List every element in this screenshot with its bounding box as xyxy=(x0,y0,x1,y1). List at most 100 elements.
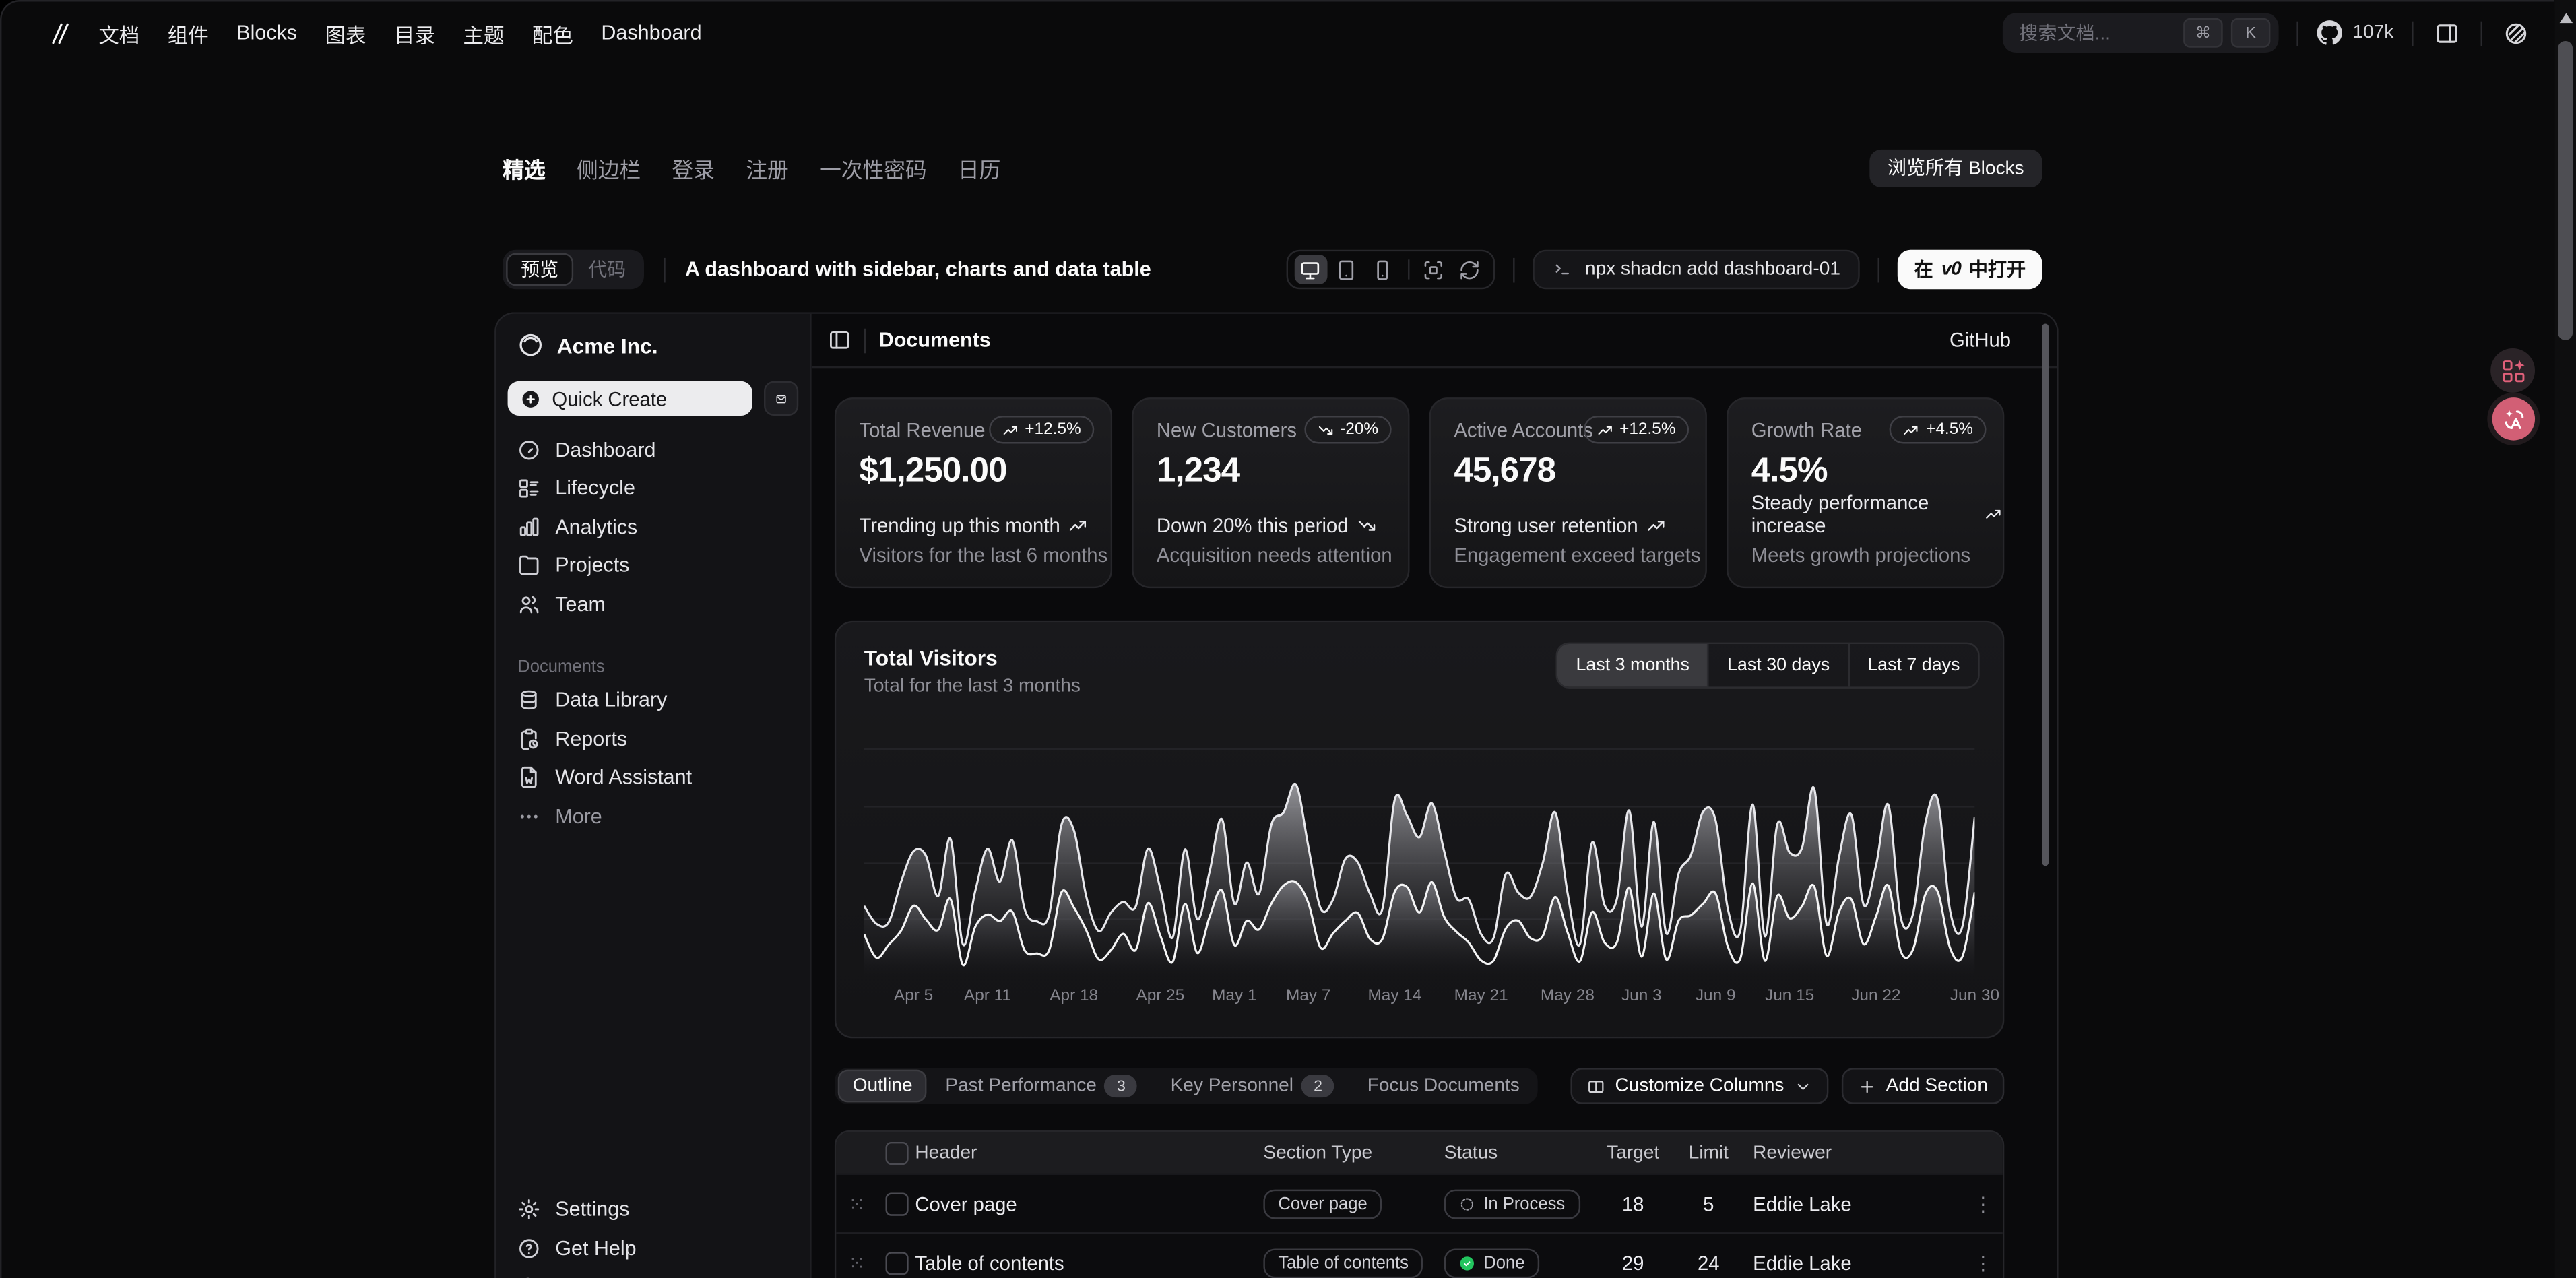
sidebar-item-reports[interactable]: Reports xyxy=(496,720,810,758)
nav-link-colors[interactable]: 配色 xyxy=(532,18,573,49)
extension-translate-button[interactable] xyxy=(2492,397,2535,440)
sidebar-item-team[interactable]: Team xyxy=(496,585,810,623)
limit-cell[interactable]: 5 xyxy=(1664,1192,1753,1215)
nav-link-themes[interactable]: 主题 xyxy=(463,18,504,49)
sidebar-item-lifecycle[interactable]: Lifecycle xyxy=(496,469,810,507)
divider xyxy=(2297,20,2298,45)
sidebar-item-projects[interactable]: Projects xyxy=(496,546,810,585)
range-last-30-days[interactable]: Last 30 days xyxy=(1709,644,1849,686)
terminal-icon xyxy=(1552,259,1572,279)
nav-link-charts[interactable]: 图表 xyxy=(325,18,366,49)
add-section-button[interactable]: Add Section xyxy=(1842,1068,2004,1104)
database-icon xyxy=(517,689,540,711)
chart-range-toggle: Last 3 months Last 30 days Last 7 days xyxy=(1556,643,1980,689)
card-footer-title: Strong user retention xyxy=(1454,514,1666,537)
limit-cell[interactable]: 24 xyxy=(1664,1251,1753,1274)
sidebar-item-analytics[interactable]: Analytics xyxy=(496,508,810,546)
nav-link-components[interactable]: 组件 xyxy=(168,18,209,49)
nav-link-blocks[interactable]: Blocks xyxy=(236,22,297,44)
preview-scrollbar-thumb[interactable] xyxy=(2042,323,2049,866)
axis-tick-label: Jun 30 xyxy=(1950,988,1999,1006)
theme-toggle-button[interactable] xyxy=(2501,18,2532,49)
open-in-v0-button[interactable]: 在 v0 中打开 xyxy=(1898,250,2042,290)
desktop-view-button[interactable] xyxy=(1294,255,1327,284)
preview-scrollbar[interactable] xyxy=(2042,323,2049,1278)
axis-tick-label: Apr 11 xyxy=(964,988,1011,1006)
scrollbar-thumb[interactable] xyxy=(2558,41,2573,340)
sidebar-item-search[interactable]: Search xyxy=(496,1268,810,1278)
select-all-checkbox[interactable] xyxy=(886,1141,909,1164)
row-header-cell[interactable]: Table of contents xyxy=(915,1251,1263,1274)
tab-outline[interactable]: Outline xyxy=(838,1070,928,1103)
row-checkbox[interactable] xyxy=(886,1251,909,1274)
nav-link-docs[interactable]: 文档 xyxy=(98,18,139,49)
row-checkbox[interactable] xyxy=(886,1192,909,1215)
tab-calendar[interactable]: 日历 xyxy=(958,152,1000,183)
tab-otp[interactable]: 一次性密码 xyxy=(820,152,927,183)
view-toggle-preview[interactable]: 预览 xyxy=(506,253,573,286)
axis-tick-label: Jun 15 xyxy=(1765,988,1814,1006)
axis-tick-label: May 1 xyxy=(1212,988,1256,1006)
divider xyxy=(664,257,665,282)
shadcn-logo-icon[interactable] xyxy=(46,20,71,45)
trending-up-icon xyxy=(1646,516,1666,536)
refresh-button[interactable] xyxy=(1454,255,1487,284)
status-badge: Done xyxy=(1444,1248,1540,1277)
browse-all-blocks-button[interactable]: 浏览所有 Blocks xyxy=(1869,149,2042,187)
copy-command-button[interactable]: npx shadcn add dashboard-01 xyxy=(1533,250,1860,290)
inbox-button[interactable] xyxy=(764,381,798,416)
layout-toggle-button[interactable] xyxy=(2431,18,2462,49)
reviewer-cell[interactable]: Eddie Lake xyxy=(1753,1192,1963,1215)
tab-focus-documents[interactable]: Focus Documents xyxy=(1353,1070,1535,1103)
quick-create-label: Quick Create xyxy=(552,387,667,410)
reviewer-cell[interactable]: Eddie Lake xyxy=(1753,1251,1963,1274)
tab-past-performance[interactable]: Past Performance3 xyxy=(930,1070,1152,1103)
dashboard-github-link[interactable]: GitHub xyxy=(1950,329,2011,352)
scrollbar-up-arrow[interactable] xyxy=(2558,13,2572,24)
tablet-view-button[interactable] xyxy=(1330,255,1363,284)
drag-handle[interactable]: ⁙ xyxy=(836,1199,878,1209)
card-footer-desc: Engagement exceed targets xyxy=(1454,544,1700,567)
sidebar-item-get-help[interactable]: Get Help xyxy=(496,1229,810,1267)
tab-sidebar[interactable]: 侧边栏 xyxy=(577,152,641,183)
fullscreen-button[interactable] xyxy=(1417,255,1450,284)
view-toggle: 预览 代码 xyxy=(503,250,644,290)
refresh-icon xyxy=(1459,259,1481,280)
drag-handle[interactable]: ⁙ xyxy=(836,1258,878,1268)
nav-link-directory[interactable]: 目录 xyxy=(394,18,435,49)
tab-featured[interactable]: 精选 xyxy=(503,152,545,183)
quick-create-button[interactable]: Quick Create xyxy=(508,381,752,416)
card-value: 4.5% xyxy=(1751,452,1980,492)
target-cell[interactable]: 29 xyxy=(1602,1251,1665,1274)
sidebar-item-dashboard[interactable]: Dashboard xyxy=(496,430,810,469)
sidebar-item-data-library[interactable]: Data Library xyxy=(496,681,810,720)
range-last-3-months[interactable]: Last 3 months xyxy=(1558,644,1710,686)
row-header-cell[interactable]: Cover page xyxy=(915,1192,1263,1215)
range-last-7-days[interactable]: Last 7 days xyxy=(1849,644,1978,686)
row-menu-button[interactable]: ⋮ xyxy=(1963,1192,2003,1215)
sidebar-item-word-assistant[interactable]: Word Assistant xyxy=(496,758,810,796)
view-toggle-code[interactable]: 代码 xyxy=(573,253,641,286)
extension-components-button[interactable] xyxy=(2490,348,2535,393)
sidebar-item-settings[interactable]: Settings xyxy=(496,1190,810,1229)
target-cell[interactable]: 18 xyxy=(1602,1192,1665,1215)
github-link[interactable]: 107k xyxy=(2317,20,2393,46)
sidebar-company[interactable]: Acme Inc. xyxy=(496,330,810,360)
mobile-view-button[interactable] xyxy=(1367,255,1400,284)
browser-scrollbar[interactable] xyxy=(2554,0,2576,1278)
tab-signup[interactable]: 注册 xyxy=(746,152,788,183)
area-chart xyxy=(864,741,1975,976)
quick-create-row: Quick Create xyxy=(508,381,799,416)
search-input[interactable]: 搜索文档... ⌘ K xyxy=(2003,13,2279,53)
section-type-badge: Table of contents xyxy=(1263,1248,1423,1277)
tab-login[interactable]: 登录 xyxy=(672,152,715,183)
nav-link-dashboard[interactable]: Dashboard xyxy=(601,22,701,44)
panel-left-icon[interactable] xyxy=(828,329,851,352)
customize-columns-button[interactable]: Customize Columns xyxy=(1571,1068,1829,1104)
block-toolbar-right: npx shadcn add dashboard-01 在 v0 中打开 xyxy=(1286,250,2042,290)
sidebar-item-more[interactable]: More xyxy=(496,797,810,835)
block-preview-frame: Acme Inc. Quick Create Dashboard xyxy=(494,312,2059,1278)
row-menu-button[interactable]: ⋮ xyxy=(1963,1251,2003,1274)
trend-badge: +12.5% xyxy=(1583,416,1689,443)
tab-key-personnel[interactable]: Key Personnel2 xyxy=(1156,1070,1349,1103)
